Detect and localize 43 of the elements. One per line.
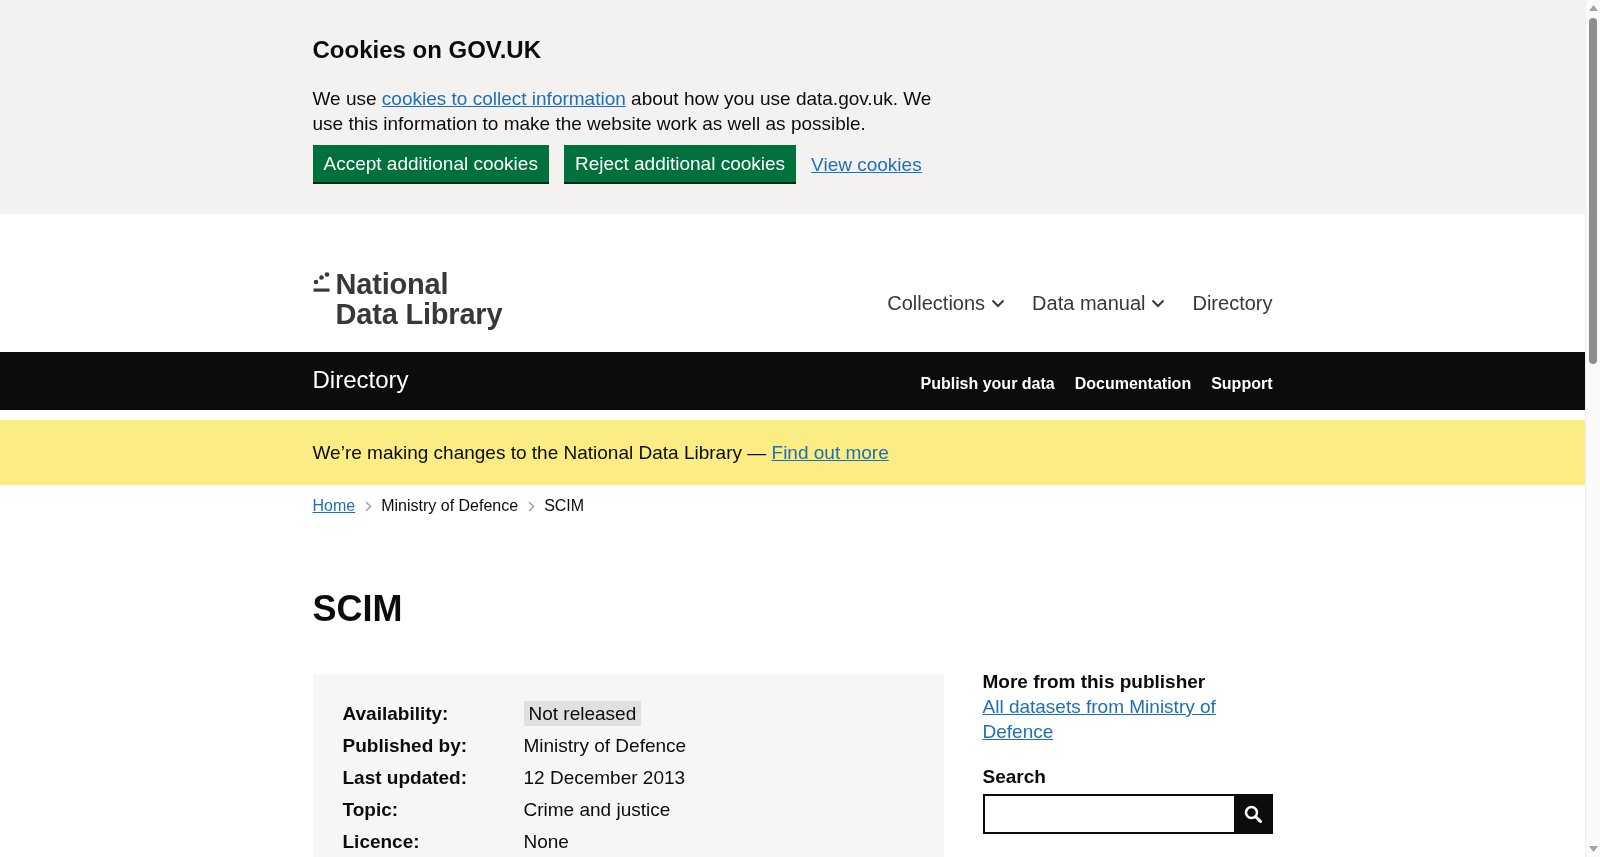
- breadcrumb-text: Ministry of Defence: [381, 496, 519, 516]
- summary-value: None: [523, 830, 570, 854]
- cookie-banner-text: We use cookies to collect information about how you use data.gov.uk. We use this information to make the website work as well as possible.: [312, 87, 933, 136]
- search-label: Search: [982, 765, 1047, 789]
- cookie-button[interactable]: Accept additional cookies: [312, 145, 549, 182]
- scroll-down-icon[interactable]: [1588, 846, 1598, 852]
- summary-label: Last updated:: [342, 766, 469, 790]
- view-cookies-link[interactable]: View cookies: [811, 152, 922, 177]
- notice-text: We’re making changes to the National Data Library — Find out more: [312, 441, 890, 465]
- search-icon: [1244, 805, 1262, 823]
- scroll-up-icon[interactable]: [1588, 5, 1598, 11]
- summary-label: Published by:: [342, 734, 469, 758]
- cookie-banner-title: Cookies on GOV.UK: [312, 35, 542, 65]
- page-title: SCIM: [312, 589, 404, 629]
- service-title[interactable]: Directory: [312, 364, 409, 395]
- service-nav-link[interactable]: Publish your data: [920, 373, 1055, 394]
- nav-item[interactable]: Directory: [1192, 290, 1273, 316]
- breadcrumb-text: SCIM: [544, 496, 585, 516]
- nav-item[interactable]: Collections: [887, 290, 1006, 316]
- logo-text[interactable]: National Data Library: [335, 269, 503, 329]
- summary-label: Topic:: [342, 798, 400, 822]
- status-tag: Not released: [523, 701, 642, 726]
- search-button[interactable]: [1233, 794, 1273, 834]
- logo-icon: [312, 272, 330, 294]
- publisher-datasets-link[interactable]: All datasets from Ministry of Defence: [982, 694, 1273, 744]
- find-out-more-link[interactable]: Find out more: [771, 442, 889, 463]
- service-nav-link[interactable]: Support: [1211, 373, 1273, 394]
- chevron-right-icon: [528, 500, 536, 512]
- nav-item[interactable]: Data manual: [1032, 290, 1166, 316]
- sidebar-heading: More from this publisher: [982, 670, 1207, 694]
- summary-value: Ministry of Defence: [523, 734, 688, 758]
- service-nav-link[interactable]: Documentation: [1074, 373, 1192, 394]
- scrollbar[interactable]: [1585, 0, 1600, 857]
- summary-label: Availability:: [342, 702, 450, 726]
- breadcrumb-link[interactable]: Home: [312, 496, 356, 516]
- cookies-info-link[interactable]: cookies to collect information: [381, 88, 626, 109]
- summary-label: Licence:: [342, 830, 421, 854]
- chevron-right-icon: [365, 500, 373, 512]
- cookie-button[interactable]: Reject additional cookies: [563, 145, 797, 182]
- search-field[interactable]: [982, 794, 1234, 834]
- scrollbar-thumb[interactable]: [1589, 18, 1597, 364]
- summary-value: Crime and justice: [523, 798, 672, 822]
- summary-value: 12 December 2013: [523, 766, 687, 790]
